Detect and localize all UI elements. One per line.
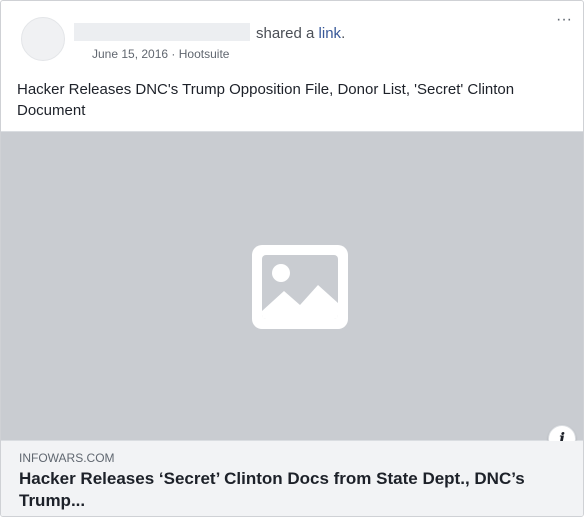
more-options-icon[interactable]: ··· <box>553 12 575 28</box>
link-image-placeholder[interactable] <box>1 131 583 441</box>
post-text: Hacker Releases DNC's Trump Opposition F… <box>17 81 515 119</box>
meta-separator: · <box>171 47 176 61</box>
avatar[interactable] <box>21 17 65 61</box>
post-card: shared a link. June 15, 2016 · Hootsuite… <box>0 0 584 517</box>
source-app[interactable]: Hootsuite <box>179 47 230 61</box>
image-icon <box>252 245 348 329</box>
author-line: shared a link. <box>74 23 345 43</box>
post-date[interactable]: June 15, 2016 <box>92 47 168 61</box>
redacted-author-name[interactable] <box>74 23 250 41</box>
shared-link-word[interactable]: link <box>319 25 342 42</box>
shared-period: . <box>341 25 346 42</box>
link-domain: INFOWARS.COM <box>19 451 115 465</box>
link-preview[interactable]: INFOWARS.COM Hacker Releases ‘Secret’ Cl… <box>1 441 583 516</box>
post-header: shared a link. June 15, 2016 · Hootsuite… <box>1 1 583 71</box>
post-meta: June 15, 2016 · Hootsuite <box>92 47 229 61</box>
shared-action-text: shared a <box>256 25 315 42</box>
link-title[interactable]: Hacker Releases ‘Secret’ Clinton Docs fr… <box>19 468 559 512</box>
